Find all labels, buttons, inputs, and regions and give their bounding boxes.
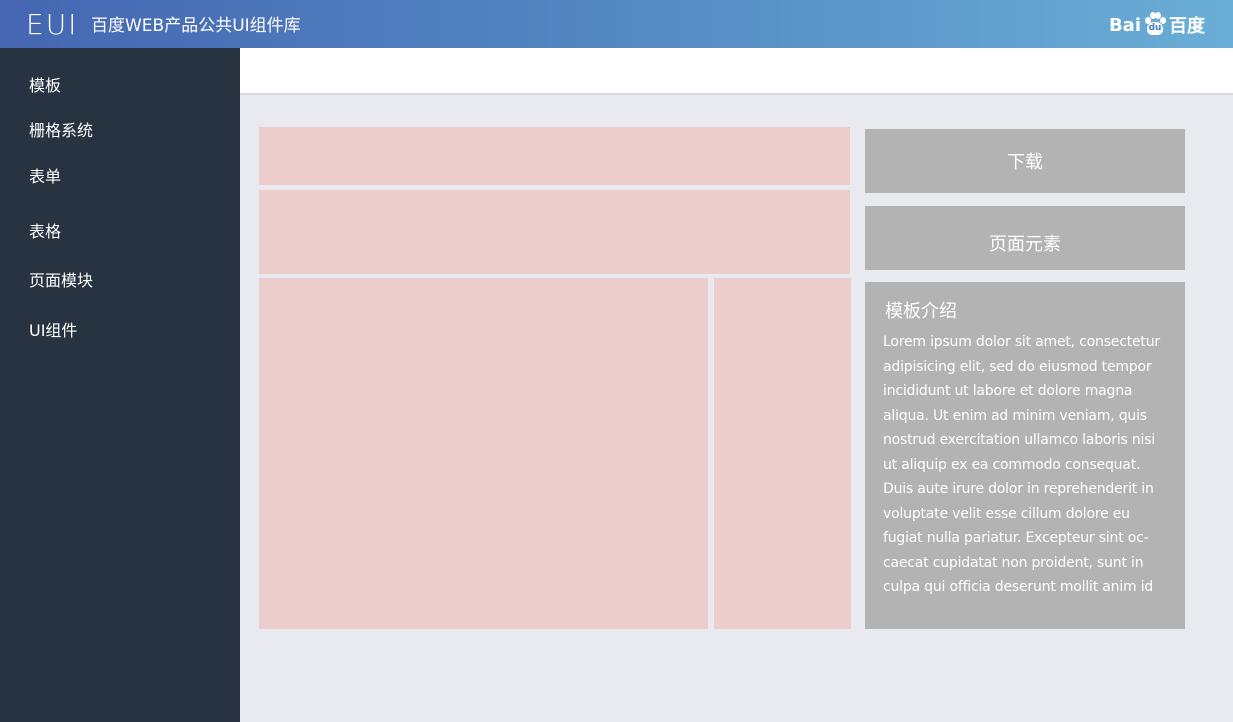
sidebar-item-ui-components[interactable]: UI组件 (29, 320, 77, 342)
template-intro-title: 模板介绍 (885, 301, 957, 322)
template-intro-text: Lorem ipsum dolor sit amet, consectetur … (883, 334, 1160, 595)
baidu-logo-du: du (1148, 23, 1162, 33)
baidu-logo-chinese: 百度 (1169, 16, 1205, 37)
sidebar-item-template[interactable]: 模板 (29, 75, 61, 97)
placeholder-block-side (714, 278, 851, 629)
sidebar-item-grid-system[interactable]: 栅格系统 (29, 120, 93, 142)
app-header: EUI 百度WEB产品公共UI组件库 Bai du 百度 (0, 0, 1233, 48)
paw-icon: du (1142, 12, 1168, 38)
sidebar-item-page-module[interactable]: 页面模块 (29, 270, 93, 292)
top-bar (240, 48, 1233, 95)
app-logo[interactable]: EUI (26, 8, 78, 42)
placeholder-block-main (259, 278, 708, 629)
page-elements-button[interactable]: 页面元素 (865, 206, 1185, 270)
baidu-logo[interactable]: Bai du 百度 (1109, 11, 1205, 39)
sidebar: 模板 栅格系统 表单 表格 页面模块 UI组件 (0, 48, 240, 722)
sidebar-item-table[interactable]: 表格 (29, 221, 61, 243)
template-intro-panel: 模板介绍 Lorem ipsum dolor sit amet, consect… (865, 282, 1185, 629)
download-button[interactable]: 下载 (865, 129, 1185, 193)
baidu-logo-bai: Bai (1108, 14, 1141, 36)
app-subtitle: 百度WEB产品公共UI组件库 (91, 16, 301, 36)
placeholder-block-top (259, 127, 850, 185)
placeholder-block-second (259, 190, 850, 274)
sidebar-item-form[interactable]: 表单 (29, 166, 61, 188)
